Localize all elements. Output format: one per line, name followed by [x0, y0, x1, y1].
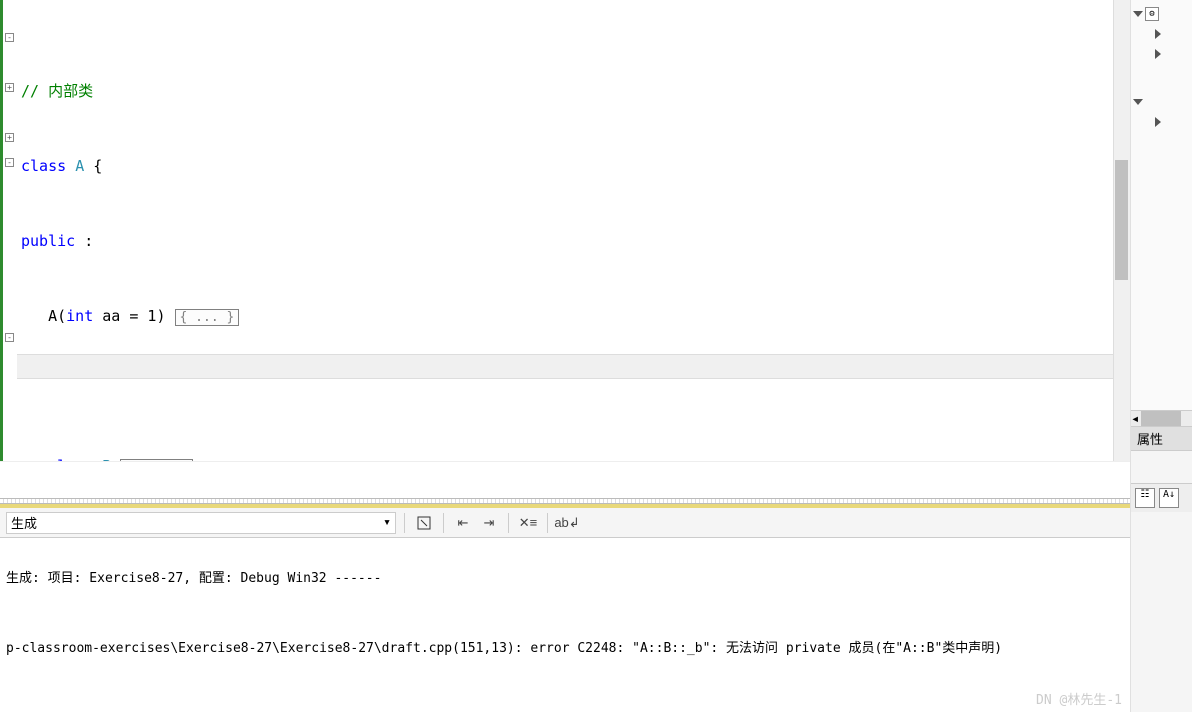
side-panel: ⚙ ◂ 属性 ☷ A↓ [1130, 0, 1192, 712]
chevron-right-icon [1155, 117, 1161, 127]
tree-item[interactable] [1133, 44, 1190, 64]
panel-title: 属性 [1131, 427, 1192, 451]
output-source-select[interactable]: 生成 ▾ [6, 512, 396, 534]
properties-panel: 属性 ☷ A↓ [1131, 426, 1192, 712]
fold-toggle[interactable]: - [5, 33, 14, 42]
chevron-down-icon: ▾ [383, 515, 391, 530]
wrap-button[interactable]: ab↲ [556, 512, 578, 534]
output-line: 生成: 项目: Exercise8-27, 配置: Debug Win32 --… [6, 568, 1124, 590]
clear-button[interactable]: ✕≡ [517, 512, 539, 534]
chevron-right-icon [1155, 29, 1161, 39]
chevron-right-icon [1155, 49, 1161, 59]
tree-item[interactable] [1133, 92, 1190, 112]
fold-toggle[interactable]: - [5, 333, 14, 342]
collapsed-region[interactable]: { ... } [175, 309, 240, 326]
editor-footer [0, 461, 1130, 498]
fold-gutter[interactable]: - + + - - [3, 0, 17, 461]
code-comment: // 内部类 [21, 82, 93, 100]
output-text[interactable]: 生成: 项目: Exercise8-27, 配置: Debug Win32 --… [0, 538, 1130, 712]
current-line-highlight [17, 354, 1124, 379]
fold-toggle[interactable]: - [5, 158, 14, 167]
chevron-down-icon [1133, 99, 1143, 105]
sort-button[interactable]: A↓ [1159, 488, 1179, 508]
chevron-down-icon [1133, 11, 1143, 17]
tree-item[interactable] [1133, 24, 1190, 44]
output-panel: 生成 ▾ ⇤ ⇥ ✕≡ ab↲ 生成: 项目: Exercise8-27, 配置… [0, 504, 1130, 712]
watermark: DN @林先生-1 [1036, 689, 1122, 708]
indent-left-button[interactable]: ⇤ [452, 512, 474, 534]
code-editor[interactable]: - + + - - // 内部类 class A { public : A(in… [0, 0, 1130, 461]
tree-item[interactable] [1133, 112, 1190, 132]
tree-item[interactable]: ⚙ [1133, 4, 1190, 24]
output-line: p-classroom-exercises\Exercise8-27\Exerc… [6, 638, 1124, 660]
collapsed-region[interactable]: { ... }; [120, 459, 193, 461]
output-toolbar: 生成 ▾ ⇤ ⇥ ✕≡ ab↲ [0, 508, 1130, 538]
horizontal-scrollbar[interactable]: ◂ [1131, 410, 1192, 426]
config-icon: ⚙ [1145, 7, 1159, 21]
fold-toggle[interactable]: + [5, 133, 14, 142]
fold-toggle[interactable]: + [5, 83, 14, 92]
indent-right-button[interactable]: ⇥ [478, 512, 500, 534]
categorize-button[interactable]: ☷ [1135, 488, 1155, 508]
locate-button[interactable] [413, 512, 435, 534]
scrollbar-thumb[interactable] [1141, 411, 1181, 426]
